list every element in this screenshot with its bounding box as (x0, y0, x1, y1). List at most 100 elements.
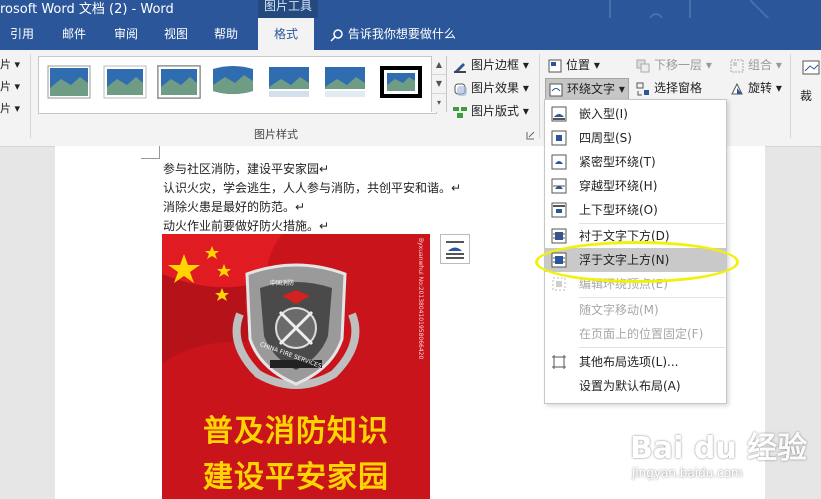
selection-pane-button[interactable]: 选择窗格 (636, 78, 702, 98)
picture-style-thumb-5[interactable] (267, 65, 311, 99)
poster-slogan-1: 普及消防知识 (203, 414, 389, 449)
divider (790, 54, 791, 138)
wrap-tight-icon (551, 154, 567, 170)
menu-item-label: 四周型(S) (579, 131, 632, 145)
wrap-inline-icon (551, 106, 567, 122)
ribbon-tab-bar: 引用 邮件 审阅 视图 帮助 格式 告诉我你想要做什么 (0, 18, 821, 50)
menu-item-square[interactable]: 四周型(S) (545, 126, 726, 150)
picture-style-thumb-2[interactable] (103, 65, 147, 99)
wrap-through-icon (551, 178, 567, 194)
edit-wrap-points-icon (552, 277, 566, 291)
poster-side-text: Byxuanwhui No:2013804101958066420 (417, 238, 424, 360)
picture-style-thumb-3[interactable] (157, 65, 201, 99)
menu-item-inline[interactable]: 嵌入型(I) (545, 102, 726, 126)
decorative-circuit-pattern (609, 0, 770, 18)
picture-effects-button[interactable]: 图片效果 ▾ (453, 78, 529, 98)
position-label: 位置 (566, 58, 591, 72)
tell-me-box[interactable]: 告诉我你想要做什么 (330, 18, 456, 50)
doc-line-2[interactable]: 认识火灾，学会逃生，人人参与消防，共创平安和谐。↵ (163, 179, 461, 196)
tab-references[interactable]: 引用 (10, 18, 40, 50)
selection-pane-label: 选择窗格 (654, 81, 703, 95)
picture-style-thumb-6[interactable] (323, 65, 367, 99)
divider (539, 54, 540, 138)
layout-options-button[interactable] (440, 234, 470, 264)
doc-line-1[interactable]: 参与社区消防，建设平安家园↵ (163, 160, 329, 177)
doc-line-4[interactable]: 动火作业前要做好防火措施。↵ (163, 217, 329, 234)
baidu-watermark-url: jingyan.baidu.com (632, 466, 743, 480)
dialog-launcher-icon[interactable] (526, 131, 535, 140)
selection-pane-icon (636, 82, 649, 95)
menu-item-label: 嵌入型(I) (579, 107, 628, 121)
menu-item-label: 紧密型环绕(T) (579, 155, 656, 169)
position-button[interactable]: 位置 ▾ (548, 55, 600, 75)
wrap-text-button[interactable]: 环绕文字 ▾ (545, 78, 629, 100)
clipped-button-2[interactable]: 片 ▾ (0, 78, 22, 100)
send-backward-icon (636, 59, 650, 72)
send-backward-button[interactable]: 下移一层 ▾ (636, 55, 712, 75)
gallery-scroll: ▲ ▼ ▾ (431, 56, 447, 112)
divider (30, 54, 31, 138)
clipped-button-3[interactable]: 片 ▾ (0, 100, 22, 122)
picture-style-thumb-7[interactable] (379, 65, 423, 99)
title-bar: rosoft Word 文档 (2) - Word 图片工具 (0, 0, 821, 18)
menu-item-through[interactable]: 穿越型环绕(H) (545, 174, 726, 198)
wrap-text-icon (549, 83, 563, 96)
fire-safety-poster-image[interactable]: 中国消防 CHINA FIRE SERVICES Byxuanwhui No:2… (162, 234, 430, 499)
badge-cn-text: 中国消防 (270, 280, 295, 287)
poster-slogan-2: 建设平安家园 (203, 460, 389, 495)
clipped-button-1[interactable]: 片 ▾ (0, 56, 22, 78)
send-backward-label: 下移一层 (654, 58, 703, 72)
picture-styles-group-label: 图片样式 (254, 128, 298, 141)
group-button[interactable]: 组合 ▾ (730, 55, 782, 75)
gallery-up-arrow-icon[interactable]: ▲ (432, 56, 446, 75)
crop-label: 裁 (800, 89, 813, 103)
gallery-down-arrow-icon[interactable]: ▼ (432, 75, 446, 94)
tab-format[interactable]: 格式 (258, 18, 314, 50)
window-title: rosoft Word 文档 (2) - Word (0, 2, 174, 17)
picture-border-button[interactable]: 图片边框 ▾ (453, 55, 529, 75)
menu-item-tight[interactable]: 紧密型环绕(T) (545, 150, 726, 174)
tab-help[interactable]: 帮助 (214, 18, 244, 50)
group-icon (730, 59, 744, 72)
menu-item-label: 随文字移动(M) (579, 303, 659, 317)
wrap-behind-icon (551, 228, 567, 244)
wrap-topbottom-icon (551, 202, 567, 218)
fire-badge-emblem (232, 263, 360, 389)
gallery-more-icon[interactable]: ▾ (432, 94, 446, 112)
rotate-label: 旋转 (748, 81, 773, 95)
highlight-annotation-circle (535, 241, 739, 283)
menu-item-more-layout-options[interactable]: 其他布局选项(L)... (545, 350, 726, 374)
left-clipped-buttons: 片 ▾ 片 ▾ 片 ▾ (0, 56, 22, 122)
doc-line-3[interactable]: 消除火患是最好的防范。↵ (163, 198, 305, 215)
wrap-square-icon (551, 130, 567, 146)
picture-layout-button[interactable]: 图片版式 ▾ (453, 101, 529, 121)
position-icon (548, 59, 562, 72)
rotate-button[interactable]: 旋转 ▾ (730, 78, 782, 98)
picture-style-thumb-1[interactable] (47, 65, 91, 99)
baidu-watermark: Bai du 经验 (630, 431, 808, 466)
menu-separator (579, 347, 725, 348)
picture-effects-label: 图片效果 (471, 81, 520, 95)
picture-tools-context-label: 图片工具 (258, 0, 318, 18)
picture-layout-icon (453, 106, 467, 118)
layout-options-icon (552, 355, 566, 369)
picture-style-thumb-4[interactable] (211, 65, 255, 99)
tell-me-text: 告诉我你想要做什么 (347, 27, 456, 41)
picture-layout-label: 图片版式 (471, 104, 520, 118)
menu-item-fix-position: 在页面上的位置固定(F) (545, 322, 726, 346)
crop-button[interactable]: 裁 (800, 58, 821, 118)
tab-mailings[interactable]: 邮件 (62, 18, 92, 50)
menu-item-top-bottom[interactable]: 上下型环绕(O) (545, 198, 726, 222)
group-label: 组合 (748, 58, 773, 72)
tab-view[interactable]: 视图 (164, 18, 194, 50)
menu-item-label: 在页面上的位置固定(F) (579, 327, 704, 341)
menu-item-move-with-text: 随文字移动(M) (545, 298, 726, 322)
tab-review[interactable]: 审阅 (114, 18, 144, 50)
menu-item-label: 穿越型环绕(H) (579, 179, 658, 193)
menu-item-label: 设置为默认布局(A) (579, 379, 681, 393)
layout-options-icon (446, 241, 464, 259)
menu-item-set-default-layout[interactable]: 设置为默认布局(A) (545, 374, 726, 398)
pen-border-icon (454, 62, 466, 73)
rotate-icon (731, 82, 743, 94)
picture-styles-gallery (38, 56, 437, 114)
